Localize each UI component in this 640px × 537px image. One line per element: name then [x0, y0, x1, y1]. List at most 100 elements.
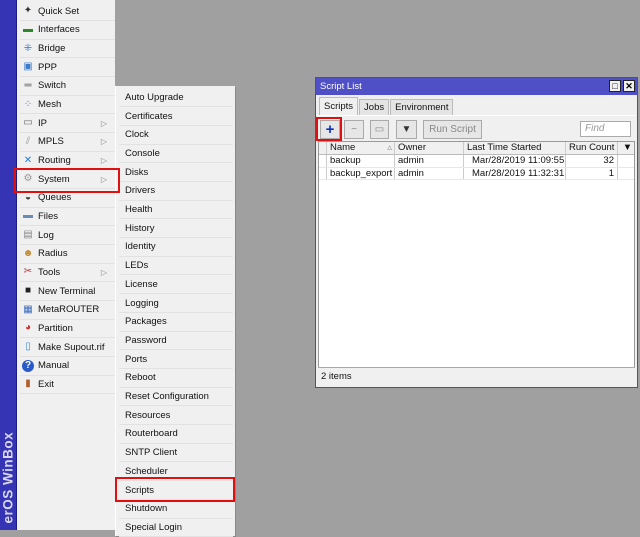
- menu-item-new-terminal[interactable]: ■ New Terminal: [20, 282, 115, 301]
- submenu-item-packages[interactable]: Packages: [119, 313, 233, 332]
- menu-item-label: Switch: [38, 80, 66, 92]
- menu-item-label: Log: [38, 229, 54, 241]
- exit-icon: ▮: [25, 378, 31, 390]
- tab-scripts[interactable]: Scripts: [319, 97, 359, 115]
- select-column: [319, 142, 327, 154]
- submenu-arrow-icon: ▷: [100, 118, 107, 128]
- column-last-time-started[interactable]: Last Time Started: [464, 142, 566, 154]
- submenu-item-reboot[interactable]: Reboot: [119, 369, 233, 388]
- menu-item-bridge[interactable]: ⁜ Bridge: [20, 40, 115, 59]
- help-icon: ?: [22, 359, 34, 372]
- column-menu-icon[interactable]: ▼: [618, 142, 634, 154]
- remove-button[interactable]: −: [344, 120, 364, 139]
- submenu-item-sntp-client[interactable]: SNTP Client: [119, 444, 233, 463]
- menu-item-partition[interactable]: ◕ Partition: [20, 320, 115, 339]
- find-input[interactable]: Find: [580, 121, 631, 137]
- column-owner[interactable]: Owner: [395, 142, 464, 154]
- submenu-item-clock[interactable]: Clock: [119, 126, 233, 145]
- menu-item-tools[interactable]: ✂ Tools ▷: [20, 264, 115, 283]
- menu-item-quick-set[interactable]: ✦ Quick Set: [20, 3, 115, 22]
- submenu-item-identity[interactable]: Identity: [119, 238, 233, 257]
- submenu-item-routerboard[interactable]: Routerboard: [119, 425, 233, 444]
- menu-item-make-supout-rif[interactable]: ▯ Make Supout.rif: [20, 338, 115, 357]
- menu-item-label: Routing: [38, 155, 71, 167]
- tools-icon: ✂: [23, 266, 33, 278]
- cell-last-time-started: Mar/28/2019 11:32:31: [464, 167, 566, 179]
- run-script-button[interactable]: Run Script: [423, 120, 482, 139]
- window-title: Script List: [320, 81, 362, 92]
- menu-item-label: Quick Set: [38, 5, 80, 17]
- menu-item-label: Tools: [38, 266, 61, 278]
- partition-icon: ◕: [24, 322, 32, 334]
- submenu-item-health[interactable]: Health: [119, 201, 233, 220]
- table-row[interactable]: backup_export admin Mar/28/2019 11:32:31 1: [319, 167, 634, 180]
- row-select: [319, 155, 327, 167]
- sort-icon: ▵: [387, 142, 392, 153]
- cell-empty: [618, 168, 634, 180]
- mesh-icon: ⁘: [23, 98, 33, 110]
- menu-item-radius[interactable]: ☻ Radius: [20, 245, 115, 264]
- brand-label: erOS WinBox: [0, 386, 17, 526]
- submenu-item-resources[interactable]: Resources: [119, 406, 233, 426]
- menu-item-files[interactable]: ▬ Files: [20, 208, 115, 227]
- table-row[interactable]: backup admin Mar/28/2019 11:09:55 32: [319, 155, 634, 168]
- close-button[interactable]: ✕: [623, 80, 635, 92]
- submenu-item-logging[interactable]: Logging: [119, 294, 233, 313]
- menu-item-label: PPP: [38, 61, 58, 73]
- menu-item-ip[interactable]: ▭ IP ▷: [20, 114, 115, 134]
- menu-item-mpls[interactable]: ⫽ MPLS ▷: [20, 133, 115, 152]
- menu-item-exit[interactable]: ▮ Exit: [20, 376, 115, 395]
- menu-item-switch[interactable]: ═ Switch: [20, 77, 115, 96]
- window-titlebar[interactable]: Script List □ ✕: [316, 78, 637, 95]
- submenu-item-reset-configuration[interactable]: Reset Configuration: [119, 388, 233, 407]
- maximize-button[interactable]: □: [609, 80, 621, 92]
- submenu-item-certificates[interactable]: Certificates: [119, 107, 233, 126]
- menu-item-label: Interfaces: [38, 24, 80, 36]
- cell-empty: [618, 155, 634, 167]
- menu-item-label: New Terminal: [38, 285, 96, 297]
- highlight-system: [14, 168, 120, 193]
- tab-environment[interactable]: Environment: [390, 99, 454, 115]
- submenu-item-ports[interactable]: Ports: [119, 350, 233, 369]
- terminal-icon: ■: [24, 285, 32, 297]
- submenu-item-leds[interactable]: LEDs: [119, 257, 233, 276]
- menu-item-ppp[interactable]: ▣ PPP: [20, 58, 115, 78]
- ppp-icon: ▣: [23, 61, 33, 73]
- submenu-item-password[interactable]: Password: [119, 332, 233, 351]
- submenu-arrow-icon: ▷: [100, 156, 107, 166]
- submenu-item-console[interactable]: Console: [119, 145, 233, 164]
- submenu-item-special-login[interactable]: Special Login: [119, 519, 233, 537]
- menu-item-manual[interactable]: ? Manual: [20, 357, 115, 376]
- filter-icon: ▼: [401, 124, 412, 135]
- folder-icon: ▬: [23, 210, 33, 222]
- menu-item-log[interactable]: ▤ Log: [20, 226, 115, 245]
- menu-item-metarouter[interactable]: ▦ MetaROUTER: [20, 301, 115, 320]
- comment-button[interactable]: ▭: [370, 120, 389, 139]
- mpls-icon: ⫽: [25, 135, 31, 147]
- highlight-scripts: [115, 477, 235, 502]
- cell-run-count: 32: [566, 155, 618, 167]
- menu-item-mesh[interactable]: ⁘ Mesh: [20, 96, 115, 115]
- submenu-item-shutdown[interactable]: Shutdown: [119, 500, 233, 519]
- cell-name: backup: [327, 155, 395, 167]
- menu-item-label: Queues: [38, 192, 72, 204]
- menu-item-label: Mesh: [38, 99, 62, 111]
- metarouter-icon: ▦: [23, 303, 33, 315]
- radius-icon: ☻: [22, 247, 34, 259]
- column-name[interactable]: Name ▵: [327, 142, 395, 154]
- submenu-item-auto-upgrade[interactable]: Auto Upgrade: [119, 89, 233, 108]
- menu-item-label: MetaROUTER: [38, 304, 100, 316]
- filter-button[interactable]: ▼: [396, 120, 417, 139]
- menu-item-label: Make Supout.rif: [38, 341, 105, 353]
- tab-jobs[interactable]: Jobs: [359, 99, 390, 115]
- submenu-item-disks[interactable]: Disks: [119, 163, 233, 182]
- column-run-count[interactable]: Run Count: [566, 142, 618, 154]
- submenu-item-history[interactable]: History: [119, 219, 233, 239]
- submenu-item-license[interactable]: License: [119, 276, 233, 295]
- menu-item-interfaces[interactable]: ▬ Interfaces: [20, 21, 115, 40]
- system-submenu: Auto Upgrade Certificates Clock Console Disk…: [115, 86, 235, 537]
- winbox-sidebar: erOS WinBox: [0, 0, 17, 530]
- submenu-item-drivers[interactable]: Drivers: [119, 182, 233, 201]
- cell-name: backup_export: [327, 167, 395, 179]
- menu-item-label: Files: [38, 210, 59, 222]
